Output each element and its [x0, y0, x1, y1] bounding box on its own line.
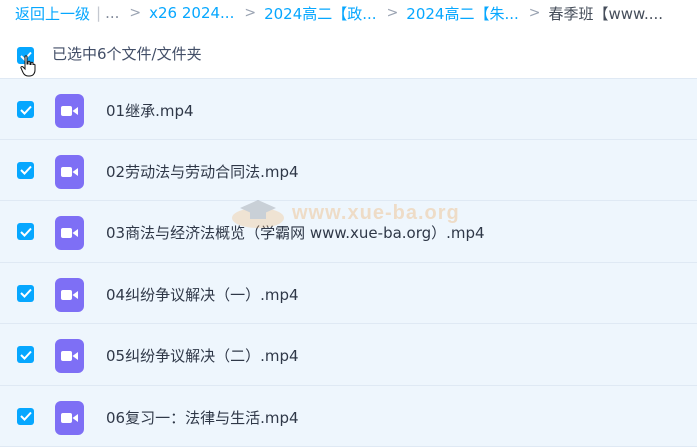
checkmark-icon: [19, 288, 32, 298]
checkmark-icon: [19, 411, 32, 421]
breadcrumb-item-x26[interactable]: x26 2024...: [149, 4, 234, 22]
file-name[interactable]: 01继承.mp4: [106, 100, 194, 121]
file-name[interactable]: 04纠纷争议解决（一）.mp4: [106, 284, 299, 305]
chevron-right-icon: >: [528, 5, 541, 21]
video-file-icon: [55, 216, 84, 250]
file-checkbox[interactable]: [17, 101, 34, 118]
video-file-icon: [55, 339, 84, 373]
breadcrumb-item-zhu[interactable]: 2024高二【朱...: [406, 3, 518, 24]
file-row[interactable]: 06复习一：法律与生活.mp4: [0, 385, 697, 447]
file-row[interactable]: 01继承.mp4: [0, 78, 697, 140]
checkmark-icon: [19, 165, 32, 175]
file-name[interactable]: 05纠纷争议解决（二）.mp4: [106, 345, 299, 366]
chevron-right-icon: >: [244, 5, 257, 21]
breadcrumb-divider: |: [96, 4, 102, 22]
file-checkbox[interactable]: [17, 346, 34, 363]
chevron-right-icon: >: [386, 5, 399, 21]
file-checkbox[interactable]: [17, 407, 34, 425]
file-checkbox[interactable]: [17, 161, 34, 179]
breadcrumb-ellipsis[interactable]: ...: [105, 4, 119, 22]
file-row[interactable]: 03商法与经济法概览（学霸网 www.xue-ba.org）.mp4: [0, 201, 697, 263]
checkmark-icon: [19, 350, 32, 360]
back-link[interactable]: 返回上一级: [15, 3, 90, 24]
video-file-icon: [55, 277, 84, 312]
checkmark-icon: [19, 227, 32, 237]
file-name[interactable]: 02劳动法与劳动合同法.mp4: [106, 161, 299, 182]
checkmark-icon: [19, 105, 32, 115]
selection-bar: 已选中6个文件/文件夹: [0, 26, 697, 78]
file-name[interactable]: 03商法与经济法概览（学霸网 www.xue-ba.org）.mp4: [106, 222, 485, 243]
file-row[interactable]: 05纠纷争议解决（二）.mp4: [0, 324, 697, 386]
file-row[interactable]: 02劳动法与劳动合同法.mp4: [0, 139, 697, 201]
video-file-icon: [55, 154, 84, 189]
file-row[interactable]: 04纠纷争议解决（一）.mp4: [0, 262, 697, 324]
chevron-right-icon: >: [129, 5, 142, 21]
file-checkbox[interactable]: [17, 284, 34, 302]
video-file-icon: [55, 94, 84, 128]
breadcrumb-item-politics[interactable]: 2024高二【政...: [264, 3, 376, 24]
file-name[interactable]: 06复习一：法律与生活.mp4: [106, 407, 299, 428]
selection-count-text: 已选中6个文件/文件夹: [52, 45, 202, 63]
breadcrumb-current: 春季班【www....: [548, 4, 664, 23]
hand-cursor-icon: [20, 55, 36, 77]
breadcrumb: 返回上一级 | ... > x26 2024... > 2024高二【政... …: [0, 0, 697, 26]
video-file-icon: [55, 400, 84, 435]
file-list: 01继承.mp4 02劳动法与劳动合同法.mp4 03商法与经济法概览（学霸网 …: [0, 78, 697, 447]
file-checkbox[interactable]: [17, 223, 34, 240]
